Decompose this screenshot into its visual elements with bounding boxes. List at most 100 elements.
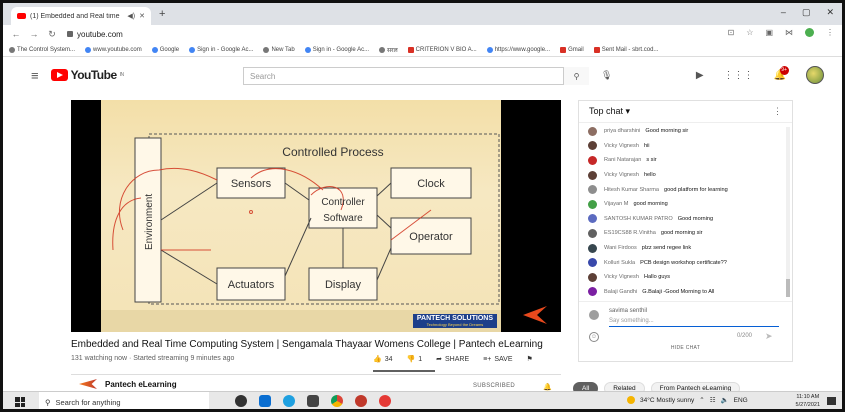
chat-author[interactable]: ES19CS88 R.Vinitha <box>604 230 656 236</box>
menu-icon[interactable]: ⋮ <box>826 28 834 37</box>
speaker-icon[interactable]: ◀) <box>127 12 135 20</box>
chat-author[interactable]: Vicky Vignesh <box>604 172 639 178</box>
hamburger-menu-icon[interactable]: ≡ <box>31 68 39 83</box>
cortana-icon[interactable] <box>235 395 247 407</box>
reload-icon[interactable]: ↻ <box>47 29 57 40</box>
bookmark-item[interactable]: The Control System... <box>9 46 75 53</box>
chat-header[interactable]: Top chat ▾ ⋮ <box>579 101 792 123</box>
bookmark-item[interactable]: New Tab <box>263 46 295 53</box>
close-tab-icon[interactable]: ✕ <box>139 12 145 20</box>
gmail-icon <box>593 46 600 53</box>
edge-icon[interactable] <box>283 395 295 407</box>
chrome-icon[interactable] <box>331 395 343 407</box>
hide-chat-button[interactable]: HIDE CHAT <box>579 345 792 351</box>
youtube-header: ≡ YouTube IN Search ⚲ 🎙 ▶︎ ⋮⋮⋮ 🔔 9+ <box>3 59 842 91</box>
chat-author[interactable]: SANTOSH KUMAR PATRO <box>604 216 673 222</box>
bookmark-item[interactable]: https://www.google... <box>486 46 550 53</box>
bookmark-item[interactable]: Sent Mail - sbrt.cod... <box>593 46 658 53</box>
send-icon[interactable]: ➤ <box>765 331 773 342</box>
install-icon[interactable]: ⊡ <box>728 28 735 37</box>
create-video-icon[interactable]: ▶︎ <box>696 70 704 81</box>
chat-author[interactable]: Vicky Vignesh <box>604 143 639 149</box>
chat-text: Good morning <box>677 215 714 222</box>
taskbar-clock[interactable]: 11:10 AM 5/27/2021 <box>796 393 820 409</box>
opera-icon[interactable] <box>379 395 391 407</box>
chat-avatar[interactable] <box>588 141 597 151</box>
chat-avatar[interactable] <box>588 126 597 136</box>
chat-author[interactable]: Balaji Gandhi <box>604 289 637 295</box>
chat-scrollbar[interactable] <box>786 127 790 297</box>
browser-tab[interactable]: (1) Embedded and Real time ◀) ✕ <box>11 7 151 25</box>
chat-avatar[interactable] <box>588 185 597 195</box>
extension-icon[interactable]: ▣ <box>765 28 773 37</box>
chat-avatar[interactable] <box>588 199 597 209</box>
bookmark-item[interactable]: Google <box>151 46 179 53</box>
profile-extension-icon[interactable] <box>805 28 814 37</box>
chat-author[interactable]: Wani Firdoos <box>604 245 637 251</box>
video-title: Embedded and Real Time Computing System … <box>71 339 543 350</box>
bookmark-item[interactable]: CRITERION V BIO A... <box>407 46 477 53</box>
chat-avatar[interactable] <box>588 243 597 253</box>
network-icon[interactable]: ☷ <box>710 396 716 404</box>
apps-grid-icon[interactable]: ⋮⋮⋮ <box>724 70 754 81</box>
bookmark-item[interactable]: Gmail <box>560 46 584 53</box>
star-icon[interactable]: ☆ <box>746 28 753 37</box>
chat-author[interactable]: Vijayan M <box>604 201 628 207</box>
emoji-icon[interactable]: ☺ <box>589 332 599 342</box>
volume-icon[interactable]: 🔈 <box>721 396 729 404</box>
chat-message: ES19CS88 R.Vinitha good morning sir <box>579 226 786 241</box>
youtube-logo[interactable]: YouTube IN <box>50 68 124 82</box>
chat-author[interactable]: Vicky Vignesh <box>604 274 639 280</box>
back-icon[interactable]: ← <box>11 29 21 39</box>
chat-avatar[interactable] <box>588 214 597 224</box>
weather-text[interactable]: 34°C Mostly sunny <box>640 397 694 404</box>
chat-author[interactable]: Kolluri Sukla <box>604 260 635 266</box>
bookmark-item[interactable]: Sign in - Google Ac... <box>189 46 253 53</box>
taskbar-search-input[interactable]: ⚲ Search for anything <box>39 391 209 409</box>
channel-bell-icon[interactable]: 🔔 <box>543 383 552 391</box>
url-field[interactable]: youtube.com <box>67 30 123 39</box>
store-icon[interactable] <box>307 395 319 407</box>
report-flag-icon[interactable]: ⚑ <box>526 355 532 363</box>
bookmark-item[interactable]: www.youtube.com <box>85 46 142 53</box>
scrollbar-thumb[interactable] <box>786 279 790 297</box>
minimize-button[interactable]: – <box>781 7 786 18</box>
windows-start-icon[interactable] <box>15 397 25 407</box>
notifications-bell-icon[interactable]: 🔔 9+ <box>774 65 789 81</box>
subscribe-button[interactable]: SUBSCRIBED <box>473 383 515 389</box>
chat-avatar[interactable] <box>588 287 597 297</box>
task-view-icon[interactable] <box>259 395 271 407</box>
save-button[interactable]: ≡+ SAVE <box>483 356 512 363</box>
new-tab-button[interactable]: + <box>159 8 165 20</box>
microphone-icon[interactable]: 🎙 <box>601 70 612 81</box>
bookmark-item[interactable]: Sign in - Google Ac... <box>304 46 369 53</box>
avatar[interactable] <box>806 66 824 84</box>
forward-icon[interactable]: → <box>29 29 39 39</box>
close-window-button[interactable]: ✕ <box>826 7 834 18</box>
chat-avatar[interactable] <box>588 258 597 268</box>
chat-author[interactable]: priya dharshini <box>604 128 640 134</box>
chat-avatar[interactable] <box>588 170 597 180</box>
taskbar-apps <box>235 395 391 407</box>
chat-menu-icon[interactable]: ⋮ <box>773 106 782 117</box>
search-input[interactable]: Search <box>243 67 588 85</box>
chat-avatar[interactable] <box>588 228 597 238</box>
chat-avatar[interactable] <box>588 155 597 165</box>
chat-author[interactable]: Hitesh Kumar Sharma <box>604 187 659 193</box>
channel-info[interactable]: Pantech eLearning <box>79 379 177 389</box>
chat-avatar[interactable] <box>588 272 597 282</box>
tray-arrow-icon[interactable]: ⌃ <box>699 396 704 404</box>
language-indicator[interactable]: ENG <box>734 397 748 404</box>
notification-center-icon[interactable] <box>827 397 836 405</box>
maximize-button[interactable]: ▢ <box>802 7 811 18</box>
share-button[interactable]: ➦ SHARE <box>436 355 469 364</box>
app-icon[interactable] <box>355 395 367 407</box>
video-player[interactable]: Controlled Process Sensors Controller So… <box>71 100 561 332</box>
chat-message-input[interactable]: Say something... <box>609 317 779 327</box>
dislike-button[interactable]: 👎 1 <box>407 355 423 364</box>
chat-author[interactable]: Rani Natarajan <box>604 157 641 163</box>
bookmark-item[interactable]: सरल <box>379 46 398 54</box>
search-button[interactable]: ⚲ <box>563 67 589 85</box>
like-button[interactable]: 👍 34 <box>373 355 393 364</box>
puzzle-icon[interactable]: ⋈ <box>785 28 793 37</box>
